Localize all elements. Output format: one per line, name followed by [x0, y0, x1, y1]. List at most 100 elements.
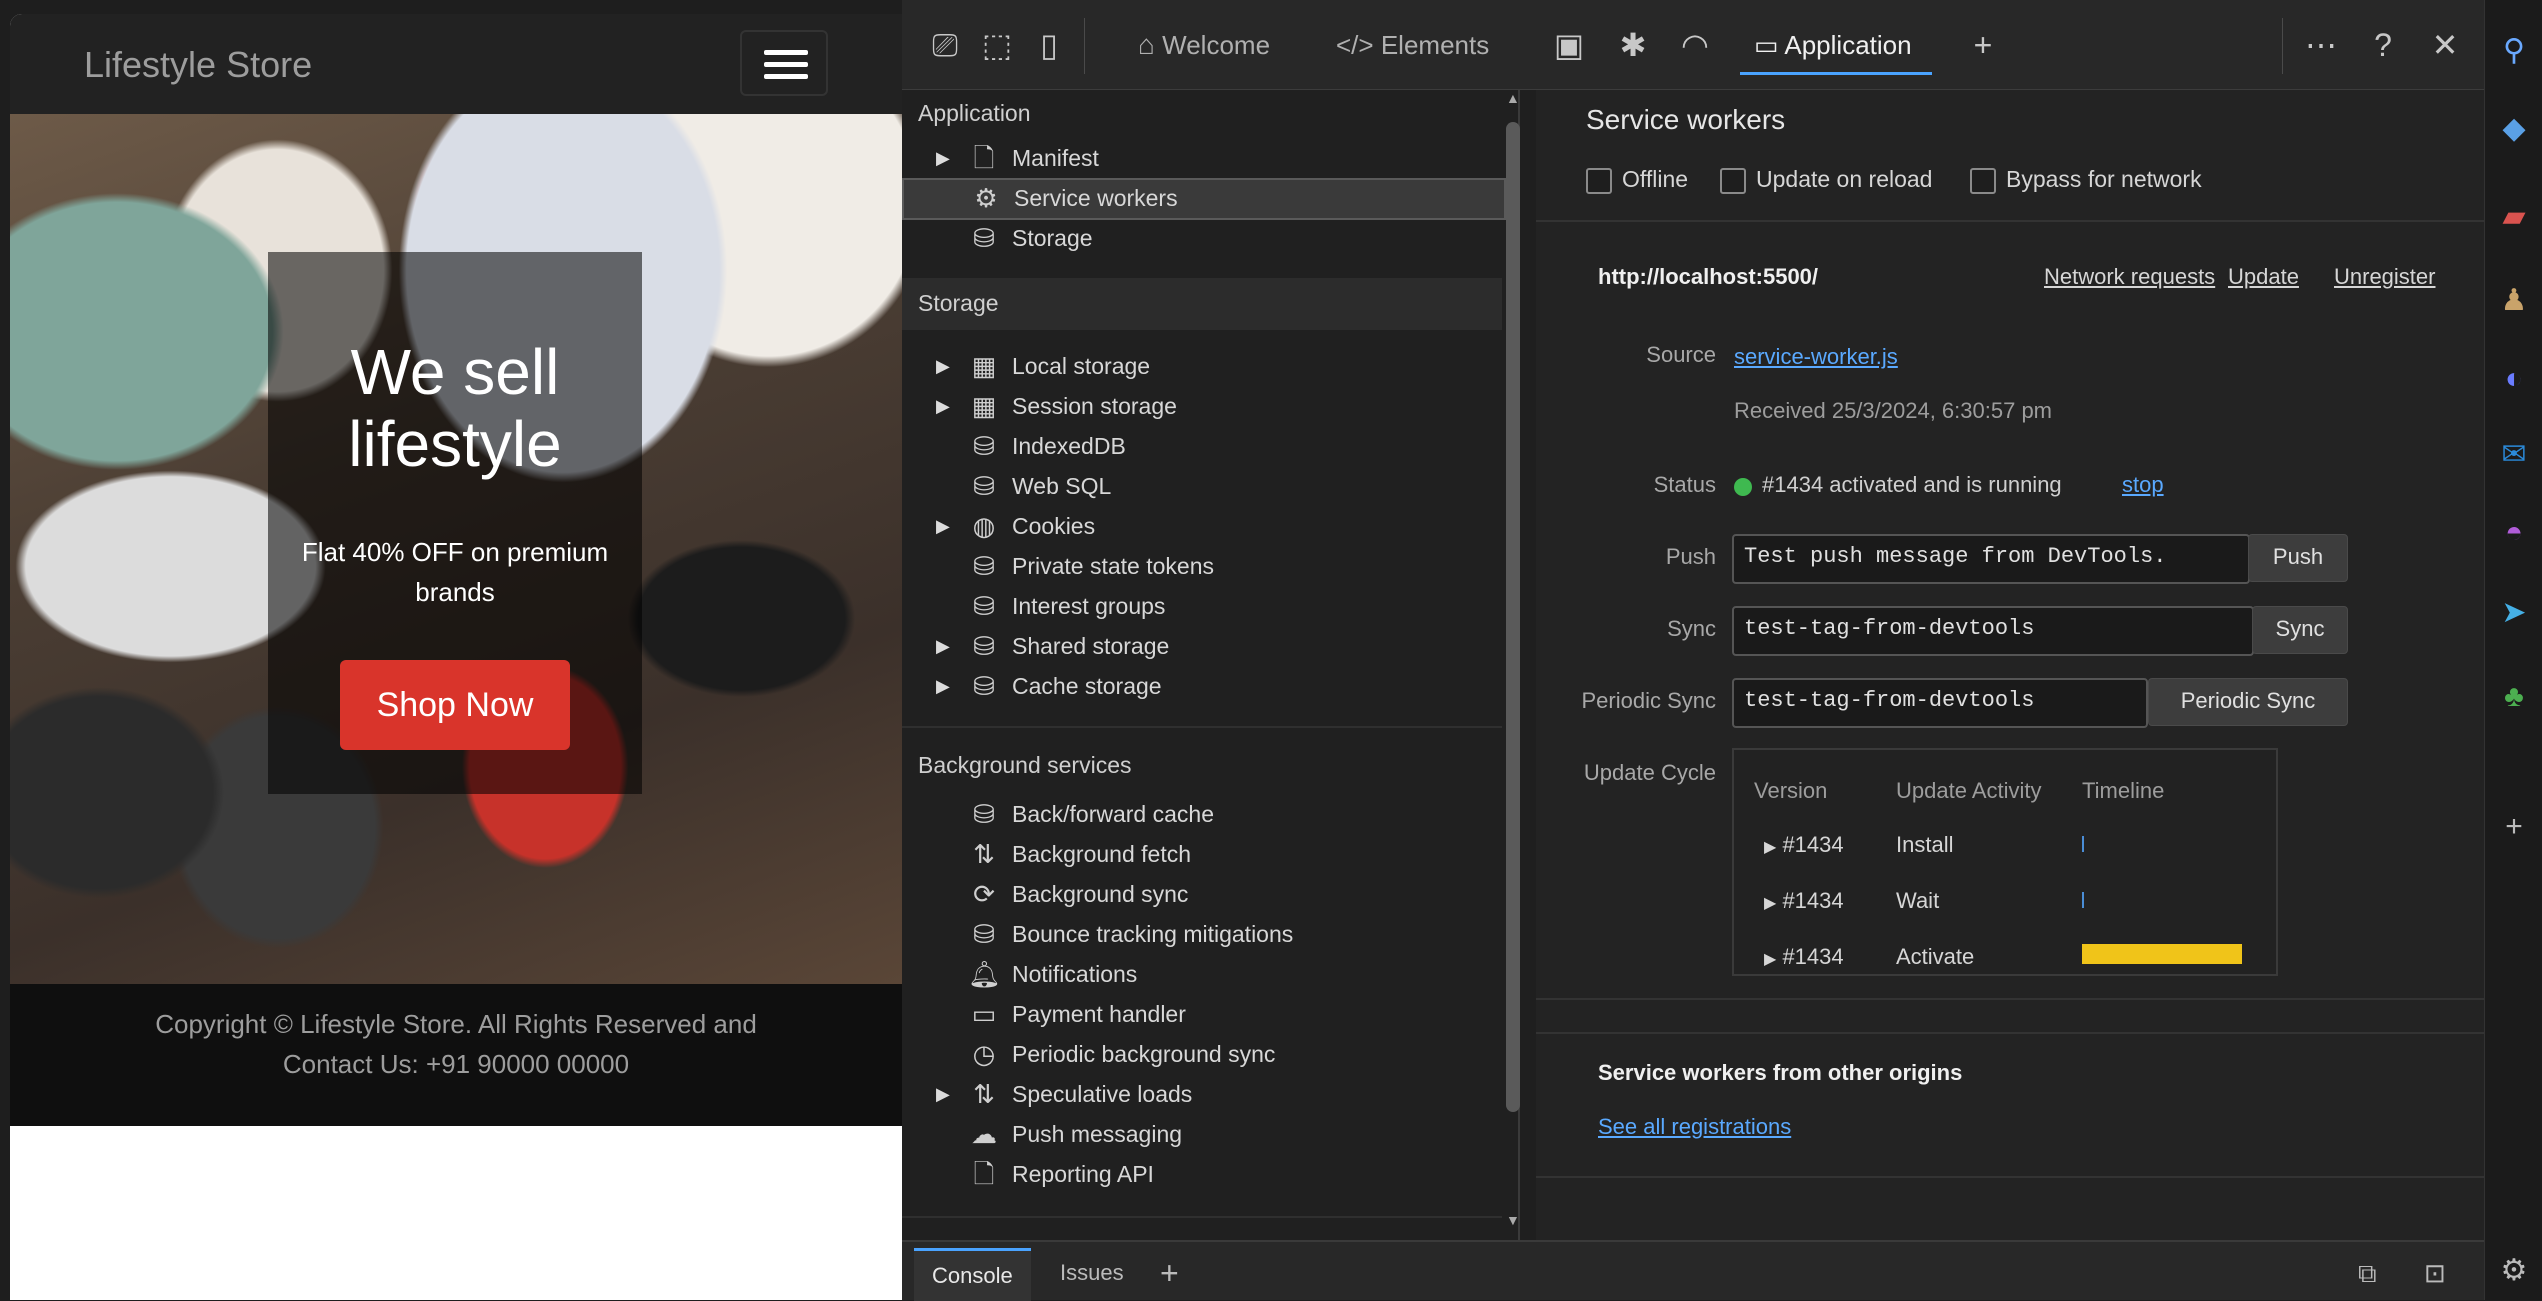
sidebar-item-storage[interactable]: ⛁ Storage [902, 220, 1502, 258]
update-on-reload-checkbox[interactable] [1720, 168, 1746, 194]
sidebar-item-background-sync[interactable]: ⟳ Background sync [902, 876, 1502, 914]
network-wifi-icon[interactable]: ◠ [1672, 22, 1718, 68]
expand-arrow-icon[interactable]: ▶ [936, 676, 950, 697]
updown-arrows-icon: ⇅ [973, 1079, 995, 1109]
push-button[interactable]: Push [2248, 534, 2348, 582]
drawer-tab-issues[interactable]: Issues [1060, 1248, 1124, 1298]
close-drawer-icon[interactable]: ⊡ [2424, 1248, 2446, 1298]
sidebar-item-manifest[interactable]: ▶ 🗋 Manifest [902, 140, 1502, 178]
drawer-tab-console[interactable]: Console [914, 1248, 1031, 1301]
sidebar-item-local-storage[interactable]: ▶ ▦ Local storage [902, 348, 1502, 386]
sidebar-item-payment-handler[interactable]: ▭ Payment handler [902, 996, 1502, 1034]
tag-icon[interactable]: ◆ [2493, 108, 2535, 150]
device-emulation-icon[interactable]: ⎚ [922, 22, 968, 68]
section-title-background-services: Background services [918, 752, 1132, 778]
bypass-for-network-checkbox[interactable] [1970, 168, 1996, 194]
stop-link[interactable]: stop [2122, 472, 2164, 498]
status-label: Status [1653, 472, 1716, 497]
close-devtools-icon[interactable]: ✕ [2422, 22, 2468, 68]
periodic-sync-button[interactable]: Periodic Sync [2148, 678, 2348, 726]
send-icon[interactable]: ➤ [2493, 592, 2535, 634]
sidebar-item-shared-storage[interactable]: ▶ ⛁ Shared storage [902, 628, 1502, 666]
tab-welcome[interactable]: ⌂ Welcome [1138, 18, 1270, 72]
database-icon: ⛁ [973, 591, 995, 621]
sidebar-item-indexeddb[interactable]: ⛁ IndexedDB [902, 428, 1502, 466]
sync-icon: ⟳ [973, 879, 995, 909]
expand-arrow-icon[interactable]: ▶ [1764, 951, 1776, 968]
periodic-sync-tag-input[interactable]: test-tag-from-devtools [1732, 678, 2148, 728]
expand-arrow-icon[interactable]: ▶ [1764, 839, 1776, 856]
sidebar-item-service-workers[interactable]: ⚙ Service workers [902, 178, 1506, 220]
expand-arrow-icon[interactable]: ▶ [936, 148, 950, 169]
sidebar-item-back-forward-cache[interactable]: ⛁ Back/forward cache [902, 796, 1502, 834]
sidebar-item-push-messaging[interactable]: ☁ Push messaging [902, 1116, 1502, 1154]
offline-label: Offline [1622, 166, 1689, 192]
sidebar-item-notifications[interactable]: 🔔︎ Notifications [902, 956, 1502, 994]
sidebar-item-speculative-loads[interactable]: ▶ ⇅ Speculative loads [902, 1076, 1502, 1114]
sidebar-item-interest-groups[interactable]: ⛁ Interest groups [902, 588, 1502, 626]
tab-application[interactable]: ▭ Application [1740, 18, 1932, 75]
sidebar-item-background-fetch[interactable]: ⇅ Background fetch [902, 836, 1502, 874]
settings-gear-icon[interactable]: ⚙ [2493, 1250, 2535, 1292]
search-icon[interactable]: ⚲ [2493, 30, 2535, 72]
expand-arrow-icon[interactable]: ▶ [1764, 895, 1776, 912]
add-tab-icon[interactable]: + [1960, 22, 2006, 68]
sidebar-item-web-sql[interactable]: ⛁ Web SQL [902, 468, 1502, 506]
sidebar-item-cache-storage[interactable]: ▶ ⛁ Cache storage [902, 668, 1502, 706]
tree-icon[interactable]: ♣ [2493, 676, 2535, 718]
sidebar-item-session-storage[interactable]: ▶ ▦ Session storage [902, 388, 1502, 426]
scroll-down-arrow-icon[interactable]: ▼ [1506, 1212, 1520, 1228]
timeline-tick [2082, 836, 2084, 852]
sidebar-item-reporting-api[interactable]: 🗋 Reporting API [902, 1156, 1502, 1194]
uc-row-version[interactable]: ▶ #1434 [1764, 888, 1844, 914]
sidebar-item-cookies[interactable]: ▶ ◍ Cookies [902, 508, 1502, 546]
sidebar-item-bounce-tracking[interactable]: ⛁ Bounce tracking mitigations [902, 916, 1502, 954]
scroll-up-arrow-icon[interactable]: ▲ [1506, 90, 1520, 106]
source-file-link[interactable]: service-worker.js [1734, 344, 1898, 370]
add-drawer-tab-icon[interactable]: + [1160, 1248, 1179, 1298]
bug-icon[interactable]: ✱ [1610, 22, 1656, 68]
tab-elements[interactable]: </> Elements [1336, 18, 1489, 72]
offline-checkbox[interactable] [1586, 168, 1612, 194]
unregister-link[interactable]: Unregister [2334, 264, 2435, 290]
console-tab-icon[interactable]: ▣ [1546, 22, 1592, 68]
clock-icon: ◷ [972, 1039, 996, 1069]
expand-arrow-icon[interactable]: ▶ [936, 356, 950, 377]
browser-sidebar: ⚲ ◆ ▰ ♟ ◐ ✉ ◓ ➤ ♣ + ⚙ [2484, 0, 2542, 1300]
copilot-icon[interactable]: ◐ [2493, 358, 2535, 400]
network-requests-link[interactable]: Network requests [2044, 264, 2215, 290]
outlook-icon[interactable]: ✉ [2493, 434, 2535, 476]
drop-icon[interactable]: ◓ [2493, 512, 2535, 554]
undock-drawer-icon[interactable]: ⧉ [2358, 1248, 2377, 1298]
push-message-input[interactable]: Test push message from DevTools. [1732, 534, 2250, 584]
status-text: #1434 activated and is running [1762, 472, 2062, 497]
see-all-registrations-link[interactable]: See all registrations [1598, 1114, 1791, 1140]
update-link[interactable]: Update [2228, 264, 2299, 290]
expand-arrow-icon[interactable]: ▶ [936, 516, 950, 537]
toolbox-icon[interactable]: ▰ [2493, 196, 2535, 238]
sync-tag-input[interactable]: test-tag-from-devtools [1732, 606, 2254, 656]
database-icon: ⛁ [973, 223, 995, 253]
expand-arrow-icon[interactable]: ▶ [936, 396, 950, 417]
expand-arrow-icon[interactable]: ▶ [936, 1084, 950, 1105]
database-icon: ⛁ [973, 919, 995, 949]
database-icon: ⛁ [973, 671, 995, 701]
help-icon[interactable]: ? [2360, 22, 2406, 68]
uc-header-timeline: Timeline [2082, 778, 2165, 803]
sidebar-item-private-state-tokens[interactable]: ⛁ Private state tokens [902, 548, 1502, 586]
sidebar-item-periodic-background-sync[interactable]: ◷ Periodic background sync [902, 1036, 1502, 1074]
sync-button[interactable]: Sync [2252, 606, 2348, 654]
uc-row-version[interactable]: ▶ #1434 [1764, 944, 1844, 970]
dock-side-icon[interactable]: ▯ [1026, 22, 1072, 68]
hamburger-menu-button[interactable] [740, 30, 828, 96]
update-cycle-label: Update Cycle [1583, 760, 1716, 785]
shop-now-button[interactable]: Shop Now [340, 660, 570, 750]
add-sidebar-app-icon[interactable]: + [2493, 806, 2535, 848]
site-brand[interactable]: Lifestyle Store [84, 44, 312, 86]
uc-row-version[interactable]: ▶ #1434 [1764, 832, 1844, 858]
chess-icon[interactable]: ♟ [2493, 280, 2535, 322]
inspect-element-icon[interactable]: ⬚ [974, 22, 1020, 68]
bell-icon: 🔔︎ [968, 959, 1002, 989]
more-options-icon[interactable]: ⋯ [2298, 22, 2344, 68]
expand-arrow-icon[interactable]: ▶ [936, 636, 950, 657]
